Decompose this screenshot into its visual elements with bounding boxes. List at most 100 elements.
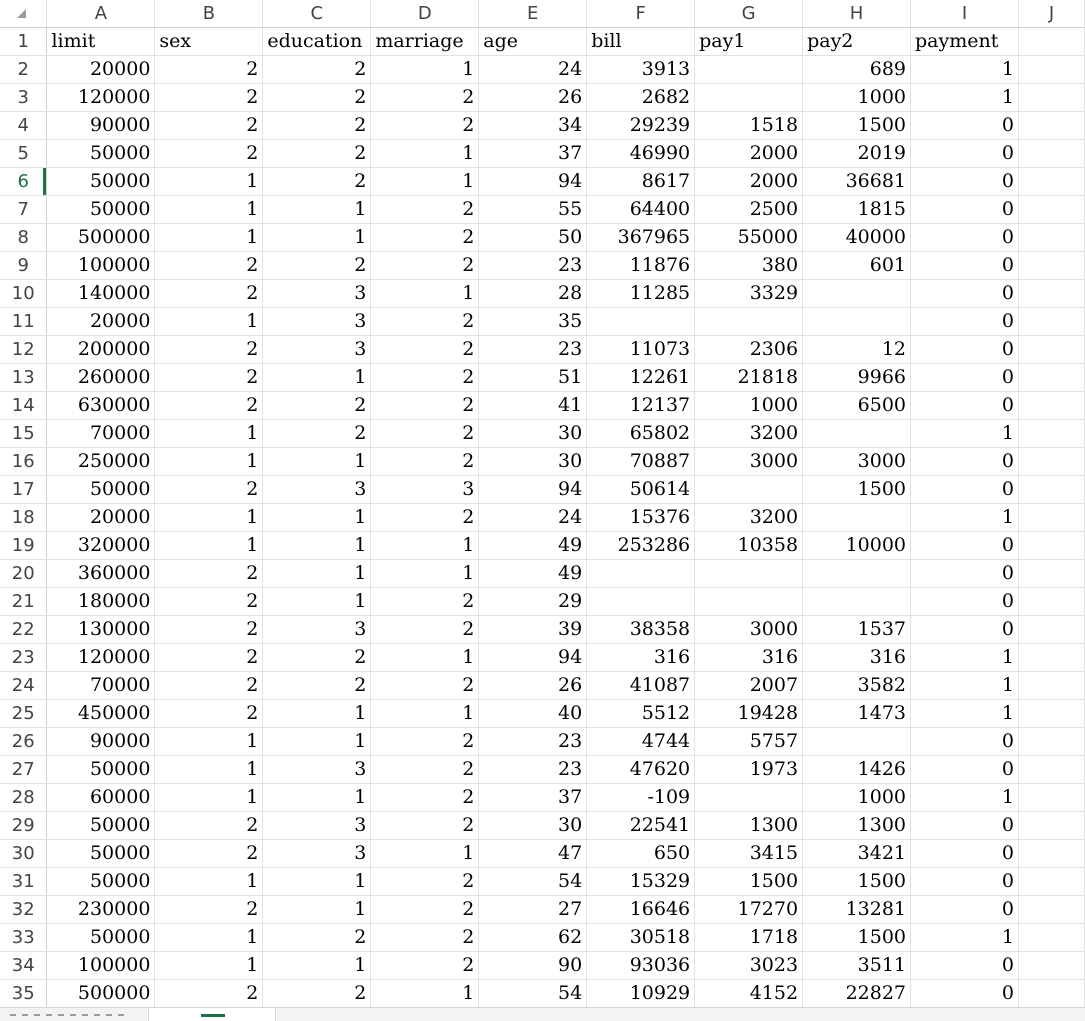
table-cell[interactable]: 11876 [586, 251, 696, 280]
table-cell[interactable] [1018, 447, 1085, 476]
table-cell[interactable]: 2 [370, 615, 480, 644]
table-cell[interactable]: 47 [478, 839, 588, 868]
table-cell[interactable]: 3421 [802, 839, 912, 868]
table-cell[interactable]: 3 [262, 811, 372, 840]
table-cell[interactable]: 2 [370, 223, 480, 252]
table-cell[interactable]: 0 [910, 139, 1019, 168]
table-cell[interactable] [802, 503, 912, 532]
table-cell[interactable]: 2 [154, 363, 264, 392]
table-cell[interactable] [1018, 979, 1085, 1008]
table-cell[interactable]: 1 [370, 839, 480, 868]
table-cell[interactable]: 0 [910, 195, 1019, 224]
table-cell[interactable]: 1 [154, 867, 264, 896]
table-cell[interactable]: 3913 [586, 55, 696, 84]
header-cell[interactable]: age [478, 27, 588, 56]
table-cell[interactable]: 630000 [46, 391, 156, 420]
table-cell[interactable]: 601 [802, 251, 912, 280]
table-cell[interactable] [1018, 279, 1085, 308]
table-cell[interactable]: 29 [478, 587, 588, 616]
table-cell[interactable]: 1000 [802, 83, 912, 112]
table-cell[interactable]: 1537 [802, 615, 912, 644]
table-cell[interactable]: 0 [910, 979, 1019, 1008]
table-cell[interactable]: 1 [910, 55, 1019, 84]
table-cell[interactable]: 41 [478, 391, 588, 420]
row-header[interactable]: 4 [0, 111, 48, 140]
table-cell[interactable]: 2007 [694, 671, 804, 700]
table-cell[interactable]: 12261 [586, 363, 696, 392]
table-cell[interactable]: 2 [154, 699, 264, 728]
row-header[interactable]: 7 [0, 195, 48, 224]
table-cell[interactable]: 100000 [46, 951, 156, 980]
header-cell[interactable]: sex [154, 27, 264, 56]
header-cell[interactable] [1018, 27, 1085, 56]
table-cell[interactable] [802, 279, 912, 308]
table-cell[interactable]: 9966 [802, 363, 912, 392]
row-header[interactable]: 5 [0, 139, 48, 168]
table-cell[interactable]: 54 [478, 867, 588, 896]
table-cell[interactable]: 650 [586, 839, 696, 868]
table-cell[interactable]: 120000 [46, 643, 156, 672]
table-cell[interactable]: 39 [478, 615, 588, 644]
table-cell[interactable]: 2 [154, 643, 264, 672]
table-cell[interactable] [802, 587, 912, 616]
table-cell[interactable]: 1500 [802, 475, 912, 504]
row-header[interactable]: 16 [0, 447, 48, 476]
table-cell[interactable]: 2 [370, 335, 480, 364]
table-cell[interactable]: 2 [262, 111, 372, 140]
table-cell[interactable] [802, 419, 912, 448]
table-cell[interactable]: 19428 [694, 699, 804, 728]
table-cell[interactable]: 3200 [694, 419, 804, 448]
table-cell[interactable] [1018, 139, 1085, 168]
table-cell[interactable]: 2 [154, 111, 264, 140]
table-cell[interactable]: 1 [262, 223, 372, 252]
table-cell[interactable]: 40000 [802, 223, 912, 252]
table-cell[interactable]: 3 [262, 755, 372, 784]
table-cell[interactable]: 3000 [694, 615, 804, 644]
row-header[interactable]: 30 [0, 839, 48, 868]
table-cell[interactable]: 1 [154, 503, 264, 532]
table-cell[interactable]: 230000 [46, 895, 156, 924]
table-cell[interactable]: 10358 [694, 531, 804, 560]
table-cell[interactable]: 2 [262, 251, 372, 280]
table-cell[interactable]: 2 [370, 447, 480, 476]
table-cell[interactable]: 1815 [802, 195, 912, 224]
table-cell[interactable]: 23 [478, 251, 588, 280]
table-cell[interactable]: 2306 [694, 335, 804, 364]
table-cell[interactable] [586, 587, 696, 616]
table-cell[interactable]: 0 [910, 223, 1019, 252]
table-cell[interactable] [586, 307, 696, 336]
table-cell[interactable]: 2 [370, 923, 480, 952]
table-cell[interactable]: 34 [478, 111, 588, 140]
table-cell[interactable]: 24 [478, 55, 588, 84]
table-cell[interactable] [1018, 531, 1085, 560]
table-cell[interactable]: 16646 [586, 895, 696, 924]
table-cell[interactable]: 2 [370, 783, 480, 812]
table-cell[interactable]: 1 [262, 531, 372, 560]
table-cell[interactable]: 1 [154, 419, 264, 448]
row-header[interactable]: 28 [0, 783, 48, 812]
table-cell[interactable]: 2 [370, 727, 480, 756]
table-cell[interactable]: 1 [154, 951, 264, 980]
row-header[interactable]: 32 [0, 895, 48, 924]
table-cell[interactable]: 1500 [802, 111, 912, 140]
row-header[interactable]: 29 [0, 811, 48, 840]
table-cell[interactable]: 40 [478, 699, 588, 728]
table-cell[interactable]: 94 [478, 475, 588, 504]
table-cell[interactable] [1018, 615, 1085, 644]
column-header-D[interactable]: D [370, 0, 480, 28]
table-cell[interactable]: 2 [262, 55, 372, 84]
table-cell[interactable] [1018, 559, 1085, 588]
table-cell[interactable]: 1 [154, 167, 264, 196]
table-cell[interactable]: 30 [478, 419, 588, 448]
table-cell[interactable]: 22541 [586, 811, 696, 840]
row-header[interactable]: 35 [0, 979, 48, 1008]
row-header[interactable]: 18 [0, 503, 48, 532]
table-cell[interactable]: 1426 [802, 755, 912, 784]
table-cell[interactable]: 0 [910, 279, 1019, 308]
row-header[interactable]: 23 [0, 643, 48, 672]
table-cell[interactable] [1018, 251, 1085, 280]
table-cell[interactable]: 2 [262, 391, 372, 420]
table-cell[interactable]: 90 [478, 951, 588, 980]
table-cell[interactable]: 37 [478, 139, 588, 168]
table-cell[interactable] [802, 727, 912, 756]
